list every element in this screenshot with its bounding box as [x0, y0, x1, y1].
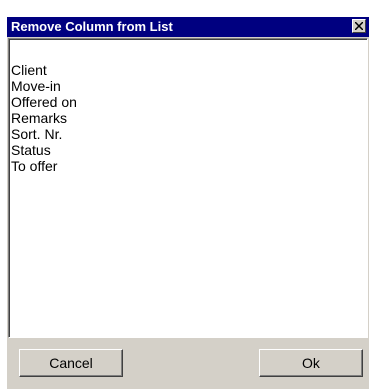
- list-item-sort-nr[interactable]: Sort. Nr.: [11, 126, 77, 142]
- dialog-titlebar[interactable]: Remove Column from List: [7, 17, 369, 37]
- column-listbox[interactable]: Client Move-in Offered on Remarks Sort. …: [8, 38, 368, 338]
- list-item-client[interactable]: Client: [11, 62, 77, 78]
- dialog-title: Remove Column from List: [11, 19, 173, 34]
- cancel-button[interactable]: Cancel: [19, 349, 123, 377]
- remove-column-dialog: Remove Column from List Client Move-in O…: [7, 17, 369, 389]
- list-item-status[interactable]: Status: [11, 142, 77, 158]
- list-item-remarks[interactable]: Remarks: [11, 110, 77, 126]
- column-list: Client Move-in Offered on Remarks Sort. …: [11, 62, 77, 174]
- close-button[interactable]: [352, 19, 366, 33]
- list-item-offered-on[interactable]: Offered on: [11, 94, 77, 110]
- list-item-to-offer[interactable]: To offer: [11, 158, 77, 174]
- ok-button[interactable]: Ok: [259, 349, 363, 377]
- list-item-move-in[interactable]: Move-in: [11, 78, 77, 94]
- close-icon: [355, 22, 363, 30]
